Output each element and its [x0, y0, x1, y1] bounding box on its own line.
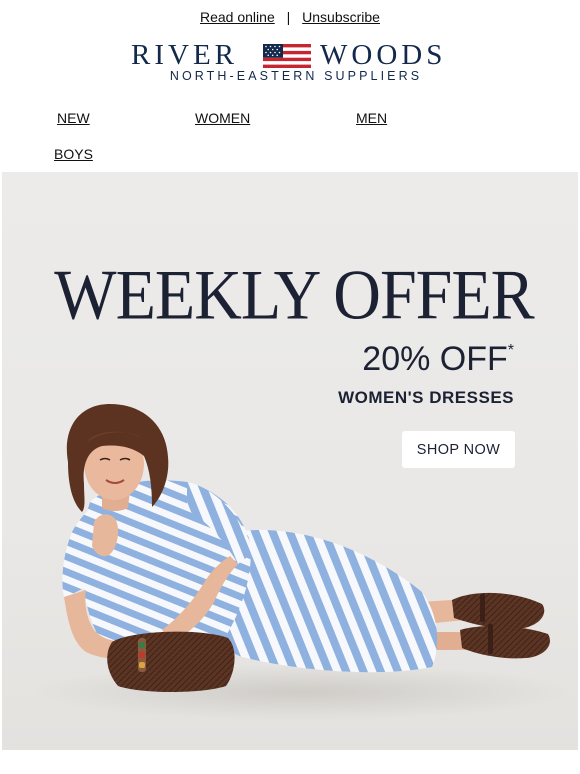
- offer-text: 20% OFF: [362, 340, 508, 378]
- nav-item-boys[interactable]: BOYS: [54, 146, 93, 162]
- brand-tagline: NORTH-EASTERN SUPPLIERS: [169, 69, 423, 83]
- nav-item-women[interactable]: WOMEN: [195, 110, 250, 126]
- read-online-link[interactable]: Read online: [200, 9, 275, 25]
- flag-icon: [263, 44, 311, 68]
- hero-offer: 20% OFF*: [362, 340, 514, 379]
- email-page: Read online | Unsubscribe RIVER WOODS NO…: [0, 0, 580, 774]
- logo-word-right: WOODS: [320, 39, 447, 71]
- hero-subline: WOMEN'S DRESSES: [338, 388, 514, 407]
- hero-headline: WEEKLY OFFER: [54, 256, 534, 335]
- logo-word-left: RIVER: [131, 39, 238, 71]
- nav-item-men[interactable]: MEN: [356, 110, 387, 126]
- hero-banner[interactable]: WEEKLY OFFER 20% OFF* WOMEN'S DRESSES SH…: [2, 172, 578, 750]
- nav-item-new[interactable]: NEW: [57, 110, 90, 126]
- offer-asterisk: *: [507, 342, 514, 359]
- unsubscribe-link[interactable]: Unsubscribe: [302, 9, 380, 25]
- top-links: Read online | Unsubscribe: [0, 9, 580, 25]
- brand-logo[interactable]: RIVER WOODS NORTH-EASTERN SUPPLIERS: [0, 40, 580, 88]
- shop-now-button[interactable]: SHOP NOW: [402, 431, 515, 468]
- link-separator: |: [286, 9, 291, 25]
